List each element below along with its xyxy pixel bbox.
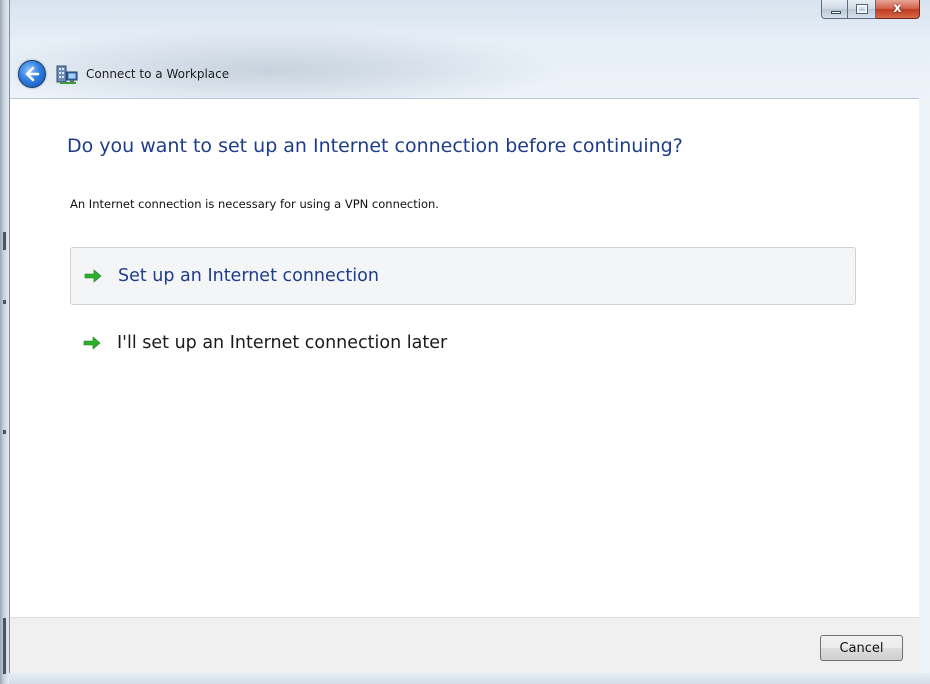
window-title: Connect to a Workplace bbox=[86, 67, 230, 81]
edge-mark bbox=[3, 300, 6, 304]
option-setup-later[interactable]: I'll set up an Internet connection later bbox=[70, 320, 856, 366]
green-arrow-icon bbox=[84, 269, 102, 283]
close-button[interactable]: x bbox=[876, 0, 920, 19]
option-label: I'll set up an Internet connection later bbox=[117, 333, 448, 353]
page-description: An Internet connection is necessary for … bbox=[70, 197, 439, 211]
option-setup-internet[interactable]: Set up an Internet connection bbox=[70, 247, 856, 305]
close-icon: x bbox=[893, 1, 902, 16]
wizard-content: Do you want to set up an Internet connec… bbox=[10, 98, 919, 618]
workplace-network-icon bbox=[56, 63, 78, 85]
back-arrow-icon bbox=[25, 66, 40, 82]
edge-mark bbox=[3, 430, 6, 434]
page-heading: Do you want to set up an Internet connec… bbox=[67, 135, 683, 157]
minimize-icon bbox=[831, 11, 841, 14]
cancel-button[interactable]: Cancel bbox=[820, 635, 903, 661]
maximize-button[interactable] bbox=[848, 0, 876, 19]
edge-mark bbox=[3, 618, 6, 674]
maximize-icon bbox=[856, 4, 868, 14]
navigation-row: Connect to a Workplace bbox=[18, 58, 229, 90]
green-arrow-icon bbox=[83, 336, 101, 350]
background-window-edge bbox=[0, 0, 9, 684]
edge-mark bbox=[3, 232, 6, 250]
minimize-button[interactable] bbox=[821, 0, 848, 19]
caption-buttons: x bbox=[821, 0, 920, 20]
option-label: Set up an Internet connection bbox=[118, 266, 379, 286]
window-bottom-border bbox=[9, 673, 930, 684]
back-button[interactable] bbox=[18, 60, 46, 88]
wizard-footer: Cancel bbox=[10, 617, 919, 674]
wizard-window: x Connect to a Workplace Do you want to … bbox=[9, 0, 930, 684]
